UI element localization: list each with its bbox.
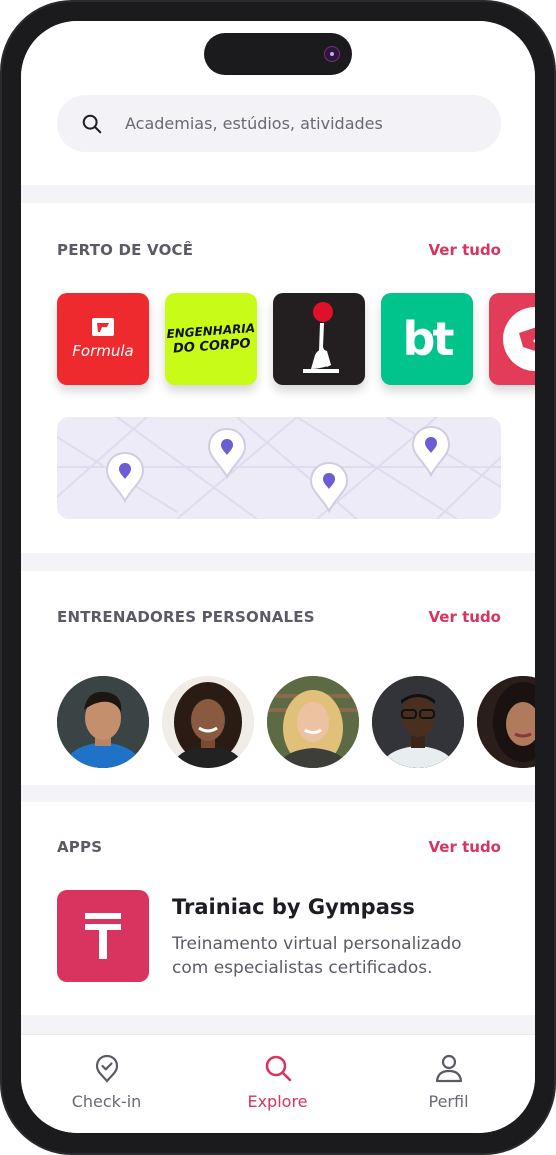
gym-logo-partial[interactable] <box>489 293 535 385</box>
section-title: ENTRENADORES PERSONALES <box>57 608 315 626</box>
trainers-section: ENTRENADORES PERSONALES Ver tudo <box>21 571 535 785</box>
bottom-tab-bar: Check-in Explore Perfil <box>21 1034 535 1133</box>
formula-mark-icon <box>91 318 114 336</box>
map-pin-icon[interactable] <box>411 425 451 477</box>
trainiac-logo[interactable] <box>57 890 149 982</box>
trainer-avatar[interactable] <box>372 676 464 768</box>
tab-label: Check-in <box>71 1092 142 1111</box>
search-icon <box>82 114 102 134</box>
avatar-image <box>57 676 149 768</box>
gym-logo-formula[interactable]: Formula <box>57 293 149 385</box>
see-all-link[interactable]: Ver tudo <box>429 608 501 626</box>
bt-label: bt <box>402 312 455 366</box>
nearby-map[interactable] <box>57 417 501 519</box>
trainer-avatar[interactable] <box>162 676 254 768</box>
brand-mark-icon <box>503 307 535 371</box>
formula-logo: Formula <box>72 318 134 360</box>
tab-label: Perfil <box>428 1092 469 1111</box>
section-title: APPS <box>57 838 103 856</box>
map-pin-icon[interactable] <box>105 451 145 503</box>
gym-logo-pilates[interactable] <box>273 293 365 385</box>
formula-label: Formula <box>72 342 134 360</box>
trainiac-t-icon <box>85 913 121 959</box>
search-input[interactable] <box>125 95 485 152</box>
engenharia-logo: ENGENHARIA DO CORPO <box>166 320 257 358</box>
app-description: Treinamento virtual personalizado com es… <box>172 934 462 978</box>
user-icon <box>435 1054 463 1083</box>
gym-logo-bt[interactable]: bt <box>381 293 473 385</box>
phone-frame: PERTO DE VOCÊ Ver tudo Formula ENGENHARI… <box>0 0 556 1155</box>
gym-logo-engenharia[interactable]: ENGENHARIA DO CORPO <box>165 293 257 385</box>
camera-icon <box>324 46 340 62</box>
tab-check-in[interactable]: Check-in <box>21 1035 192 1133</box>
trainer-avatar[interactable] <box>57 676 149 768</box>
map-pin-icon[interactable] <box>309 461 349 513</box>
trainer-avatar[interactable] <box>477 676 535 768</box>
nearby-section: PERTO DE VOCÊ Ver tudo Formula ENGENHARI… <box>21 203 535 553</box>
app-title[interactable]: Trainiac by Gympass <box>172 895 415 919</box>
apps-section: APPS Ver tudo Trainiac by Gympass Treina… <box>21 802 535 1015</box>
avatar-image <box>372 676 464 768</box>
search-icon <box>265 1055 292 1082</box>
search-bar[interactable] <box>57 95 501 152</box>
tab-perfil[interactable]: Perfil <box>363 1035 534 1133</box>
avatar-image <box>162 676 254 768</box>
tab-explore[interactable]: Explore <box>192 1035 363 1133</box>
trainer-avatar[interactable] <box>267 676 359 768</box>
avatar-image <box>267 676 359 768</box>
pilates-figure-icon <box>303 302 339 373</box>
see-all-link[interactable]: Ver tudo <box>429 838 501 856</box>
screen: PERTO DE VOCÊ Ver tudo Formula ENGENHARI… <box>21 21 535 1133</box>
section-title: PERTO DE VOCÊ <box>57 241 194 259</box>
tab-label: Explore <box>247 1092 308 1111</box>
avatar-image <box>477 676 535 768</box>
check-in-pin-icon <box>95 1054 119 1083</box>
see-all-link[interactable]: Ver tudo <box>429 241 501 259</box>
map-pin-icon[interactable] <box>207 427 247 479</box>
dynamic-island <box>204 33 352 75</box>
